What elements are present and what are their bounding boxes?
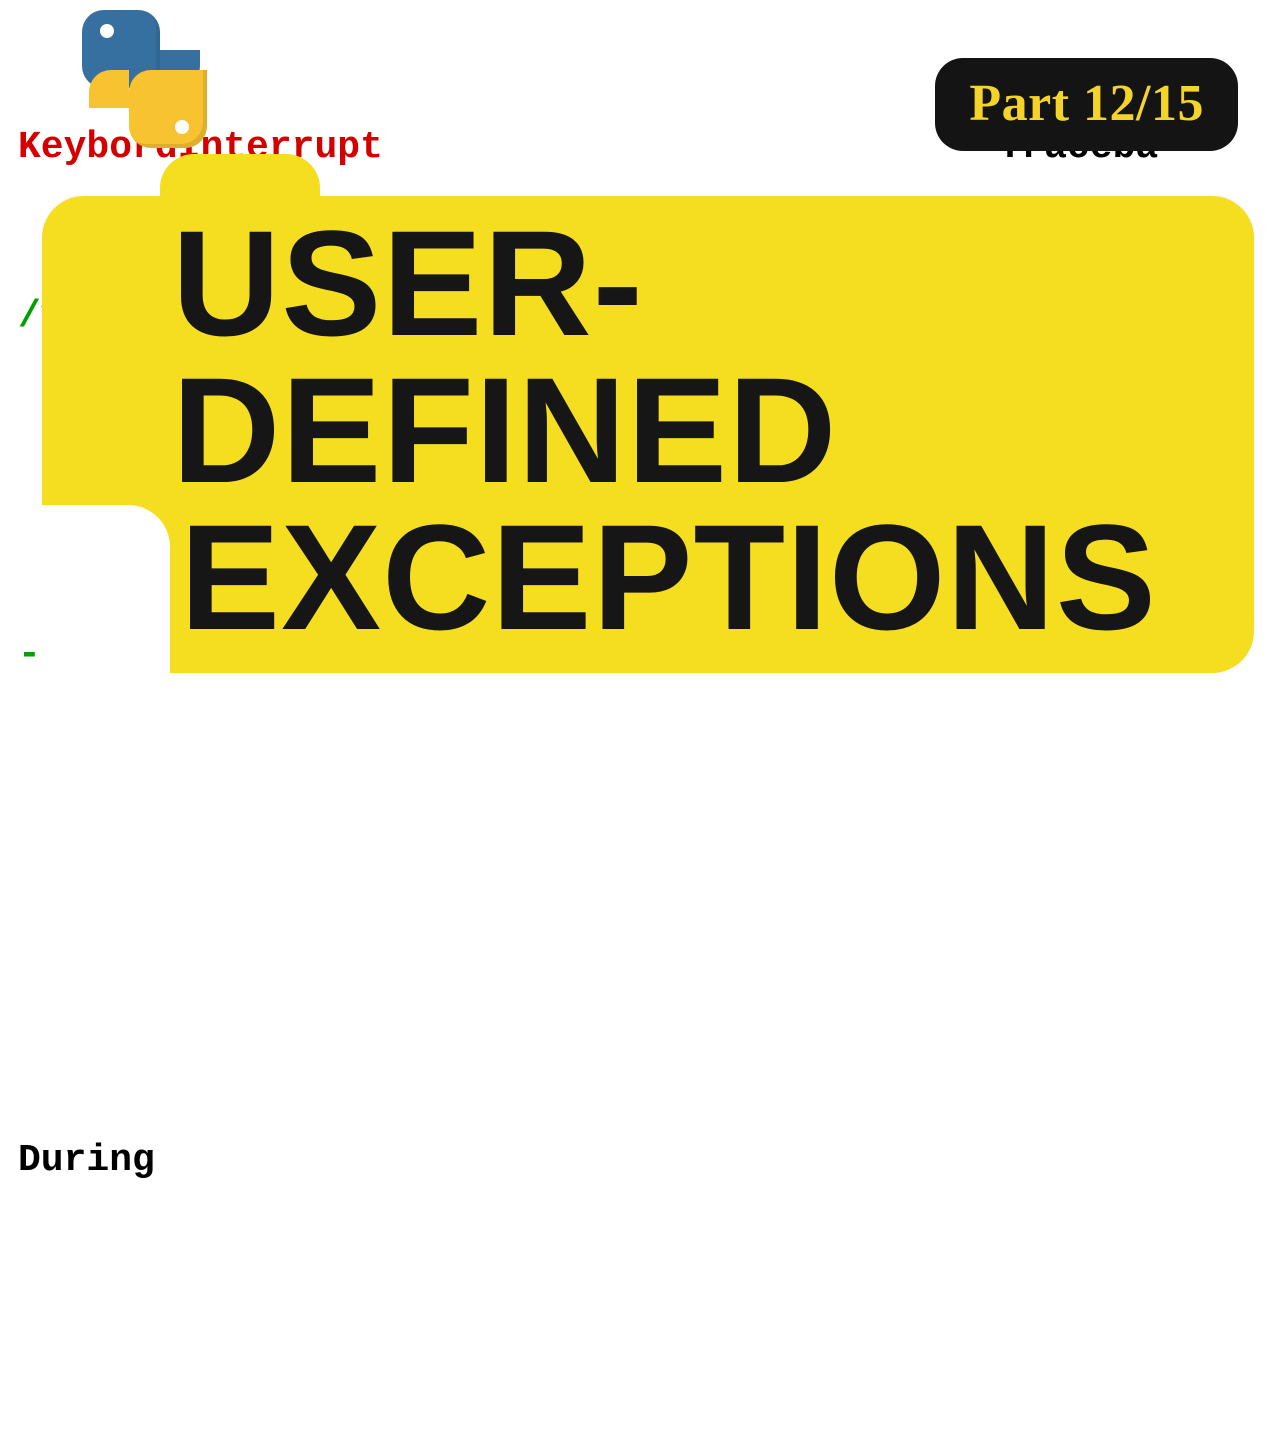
title-line-1: USER-DEFINED [172,210,1226,504]
code-text [0,795,1280,851]
python-logo-icon [82,10,232,160]
title-banner: USER-DEFINED EXCEPTIONS [42,196,1254,673]
code-text: r e [178,1139,1280,1182]
code-text [0,964,1280,1020]
code-text: During [18,1139,178,1182]
part-badge-label: Part 12/15 [969,75,1204,132]
part-badge: Part 12/15 [935,58,1238,151]
title-line-2: EXCEPTIONS [180,504,1226,651]
code-text [0,1301,1280,1357]
